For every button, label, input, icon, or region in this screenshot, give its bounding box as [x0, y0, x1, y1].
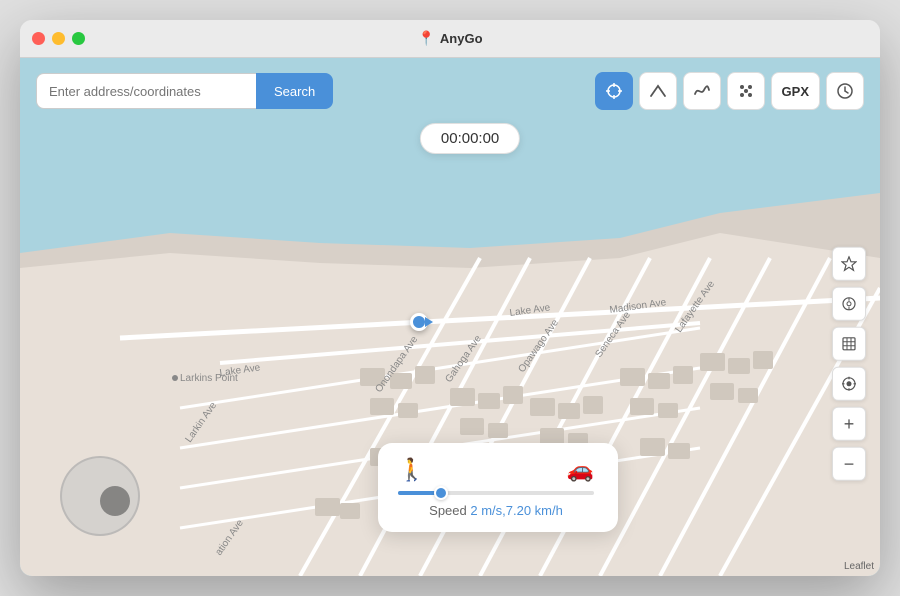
route1-icon: [649, 82, 667, 100]
clock-button[interactable]: [826, 72, 864, 110]
scatter-button[interactable]: [727, 72, 765, 110]
joystick[interactable]: [60, 456, 140, 536]
route2-button[interactable]: [683, 72, 721, 110]
crosshair-icon: [605, 82, 623, 100]
speed-text: Speed: [429, 503, 470, 518]
star-icon: [841, 256, 857, 272]
route2-icon: [693, 82, 711, 100]
traffic-lights: [32, 32, 85, 45]
minimize-button[interactable]: [52, 32, 65, 45]
gpx-button[interactable]: GPX: [771, 72, 820, 110]
speed-panel: 🚶 🚗 Speed 2 m/s,7.20 km/h: [378, 443, 618, 532]
app-window: 📍 AnyGo: [20, 20, 880, 576]
titlebar: 📍 AnyGo: [20, 20, 880, 58]
layers-button[interactable]: [832, 327, 866, 361]
pin-icon: 📍: [417, 30, 434, 47]
toolbar: Search: [20, 72, 880, 110]
tool-buttons: GPX: [595, 72, 864, 110]
walk-icon: 🚶: [398, 457, 425, 483]
scatter-icon: [737, 82, 755, 100]
svg-text:Larkins Point: Larkins Point: [180, 373, 238, 384]
clock-icon: [836, 82, 854, 100]
compass-button[interactable]: [832, 287, 866, 321]
search-input[interactable]: [36, 73, 256, 109]
map-container: Lake Ave Madison Ave Lafayette Ave Senec…: [20, 58, 880, 576]
close-button[interactable]: [32, 32, 45, 45]
my-location-button[interactable]: [832, 367, 866, 401]
maximize-button[interactable]: [72, 32, 85, 45]
timer-value: 00:00:00: [441, 130, 499, 147]
layers-icon: [841, 336, 857, 352]
speed-value: 2 m/s,7.20 km/h: [470, 503, 562, 518]
favorites-button[interactable]: [832, 247, 866, 281]
joystick-inner: [100, 486, 130, 516]
gps-tool-button[interactable]: [595, 72, 633, 110]
timer-badge: 00:00:00: [420, 123, 520, 154]
zoom-out-button[interactable]: −: [832, 447, 866, 481]
search-group: Search: [36, 73, 333, 109]
leaflet-attribution: Leaflet: [844, 561, 874, 572]
zoom-in-button[interactable]: +: [832, 407, 866, 441]
speed-label: Speed 2 m/s,7.20 km/h: [398, 503, 594, 518]
speed-slider-track[interactable]: [398, 491, 594, 495]
location-marker: [410, 313, 428, 331]
route1-button[interactable]: [639, 72, 677, 110]
zoom-out-label: −: [844, 453, 855, 474]
joystick-outer[interactable]: [60, 456, 140, 536]
compass-icon: [841, 296, 857, 312]
speed-icons: 🚶 🚗: [398, 457, 594, 483]
title-text: AnyGo: [440, 31, 483, 46]
car-icon: 🚗: [567, 457, 594, 483]
app-title: 📍 AnyGo: [417, 30, 482, 47]
search-button[interactable]: Search: [256, 73, 333, 109]
map-controls-right: + −: [832, 247, 866, 481]
speed-slider-thumb[interactable]: [434, 486, 448, 500]
zoom-in-label: +: [844, 413, 855, 434]
location-icon: [841, 376, 857, 392]
